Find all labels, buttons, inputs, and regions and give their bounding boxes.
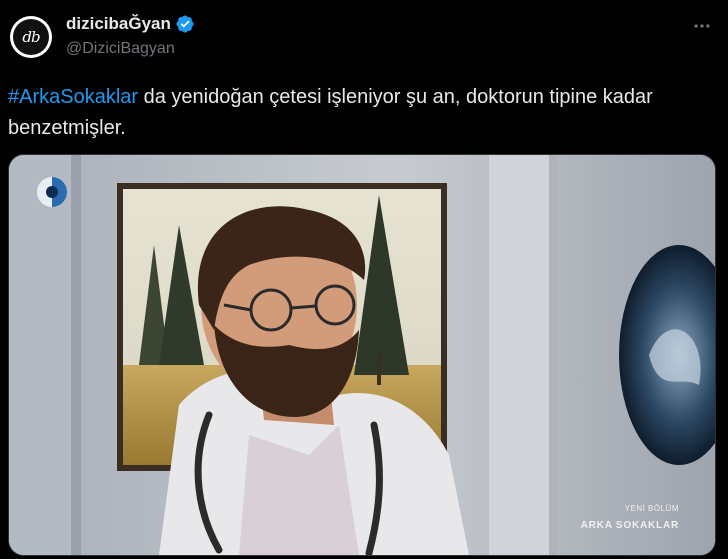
- author-handle[interactable]: @DiziciBagyan: [66, 40, 175, 58]
- author-name-row: dizicibaĞyan: [66, 14, 195, 34]
- video-still-frame: [9, 155, 715, 555]
- tweet-text: #ArkaSokaklar da yenidoğan çetesi işleni…: [8, 82, 708, 144]
- verified-badge-icon[interactable]: [175, 14, 195, 34]
- avatar[interactable]: db: [10, 16, 52, 58]
- media-caption-new-episode: YENİ BÖLÜM: [624, 504, 679, 513]
- author-display-name[interactable]: dizicibaĞyan: [66, 14, 171, 34]
- more-icon[interactable]: [690, 14, 714, 38]
- hashtag-link[interactable]: #ArkaSokaklar: [8, 86, 138, 108]
- tweet-media-image[interactable]: YENİ BÖLÜM ARKA SOKAKLAR: [8, 154, 716, 556]
- media-caption-show-title: ARKA SOKAKLAR: [580, 520, 679, 531]
- avatar-text: db: [13, 19, 49, 55]
- kanal-d-logo-icon: [37, 177, 67, 207]
